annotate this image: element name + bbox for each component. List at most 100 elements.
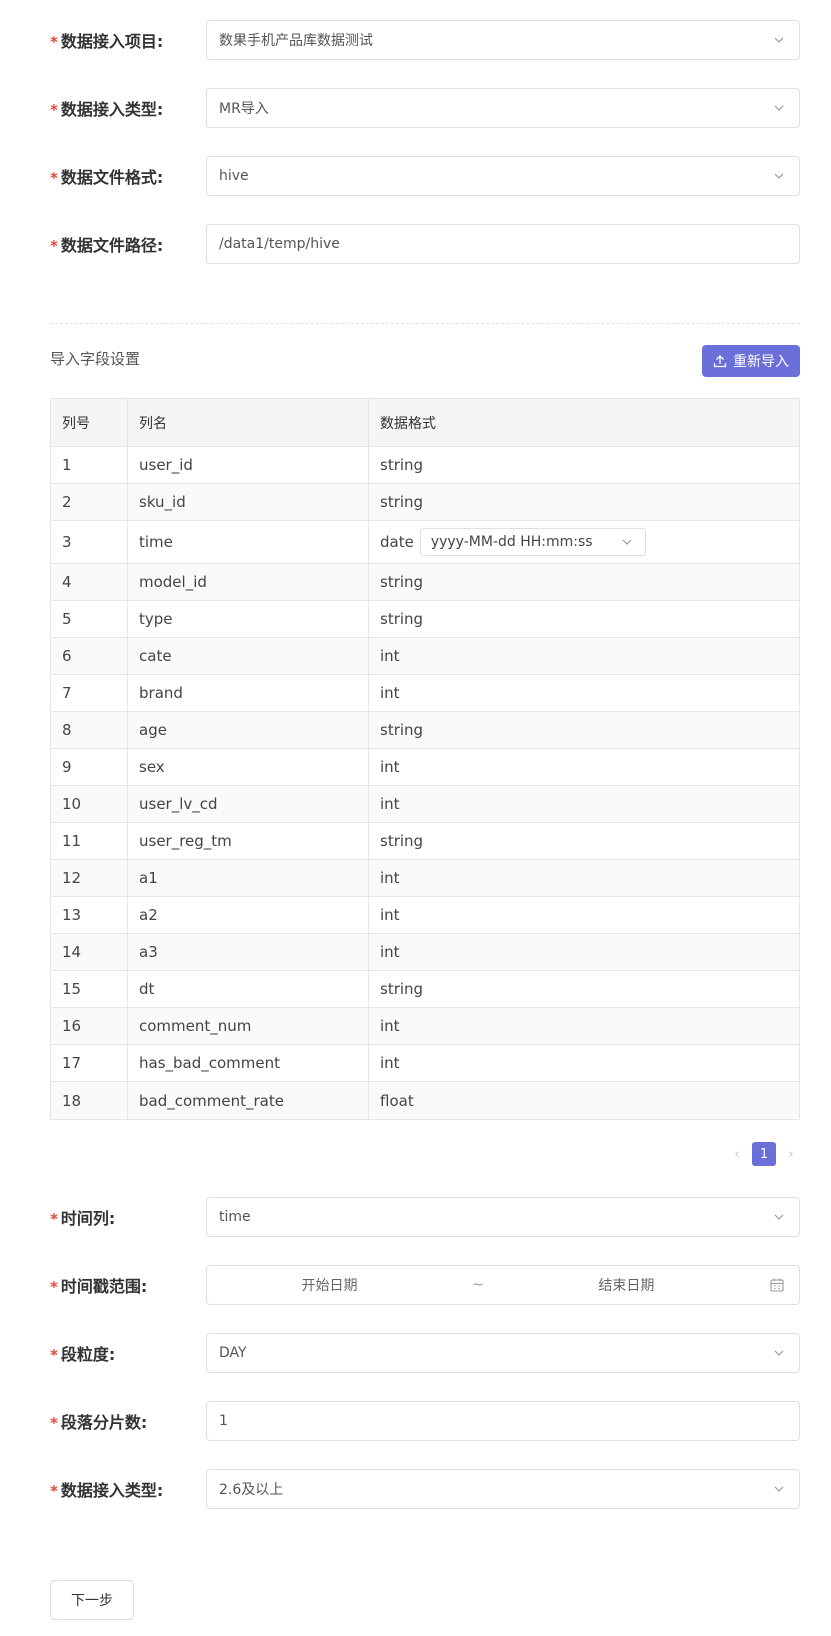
ingest-type-label: * 数据接入类型:: [50, 96, 206, 120]
table-row: 3 time date yyyy-MM-dd HH:mm:ss: [51, 521, 799, 564]
table-row: 5 type string: [51, 601, 799, 638]
import-fields-table: 列号 列名 数据格式 1 user_id string 2 sku_id string 3 t…: [50, 398, 800, 1120]
page-number-current[interactable]: 1: [752, 1142, 776, 1166]
chevron-down-icon: [771, 1209, 787, 1225]
cell-col-no: 14: [51, 934, 128, 970]
label-text: 数据接入项目:: [60, 32, 164, 51]
cell-col-no: 4: [51, 564, 128, 600]
cell-data-format: string: [380, 456, 424, 474]
ingest-type-select[interactable]: MR导入: [206, 88, 800, 128]
chevron-down-icon: [619, 534, 635, 550]
form-row-ingest-type-2: * 数据接入类型: 2.6及以上: [50, 1469, 800, 1509]
time-column-label: * 时间列:: [50, 1205, 206, 1229]
granularity-select[interactable]: DAY: [206, 1333, 800, 1373]
reimport-label: 重新导入: [733, 354, 789, 370]
table-row: 11 user_reg_tm string: [51, 823, 799, 860]
time-column-select-value: time: [219, 1209, 251, 1225]
required-mark: *: [50, 237, 58, 255]
required-mark: *: [50, 169, 58, 187]
section-divider: [50, 323, 800, 324]
project-select-value: 数果手机产品库数据测试: [219, 33, 373, 49]
label-text: 段落分片数:: [60, 1413, 148, 1432]
table-row: 14 a3 int: [51, 934, 799, 971]
required-mark: *: [50, 1414, 58, 1432]
cell-data-format: string: [380, 721, 424, 739]
required-mark: *: [50, 1346, 58, 1364]
cell-col-name: a1: [128, 860, 369, 896]
shards-label: * 段落分片数:: [50, 1409, 206, 1433]
end-date-input[interactable]: 结束日期: [504, 1275, 749, 1295]
required-mark: *: [50, 1482, 58, 1500]
date-pattern-select[interactable]: yyyy-MM-dd HH:mm:ss: [419, 528, 646, 556]
time-range-picker[interactable]: 开始日期 ~ 结束日期: [206, 1265, 800, 1305]
ingest-type-2-label: * 数据接入类型:: [50, 1477, 206, 1501]
reimport-button[interactable]: 重新导入: [702, 345, 800, 377]
chevron-right-icon[interactable]: ›: [784, 1143, 798, 1165]
date-pattern-value: yyyy-MM-dd HH:mm:ss: [430, 534, 593, 550]
shards-input[interactable]: 1: [206, 1401, 800, 1441]
granularity-select-value: DAY: [219, 1345, 247, 1361]
table-row: 16 comment_num int: [51, 1008, 799, 1045]
cell-col-name: brand: [128, 675, 369, 711]
cell-col-name: user_id: [128, 447, 369, 483]
chevron-down-icon: [771, 1481, 787, 1497]
cell-data-format: string: [380, 573, 424, 591]
cell-col-no: 18: [51, 1082, 128, 1119]
cell-col-name: type: [128, 601, 369, 637]
cell-col-no: 13: [51, 897, 128, 933]
cell-col-no: 8: [51, 712, 128, 748]
calendar-icon: [770, 1278, 784, 1292]
shards-input-value: 1: [219, 1413, 228, 1429]
start-date-input[interactable]: 开始日期: [207, 1275, 452, 1295]
form-row-ingest-type: * 数据接入类型: MR导入: [50, 88, 800, 128]
cell-col-no: 16: [51, 1008, 128, 1044]
chevron-left-icon[interactable]: ‹: [730, 1143, 744, 1165]
form-row-file-path: * 数据文件路径: /data1/temp/hive: [50, 224, 800, 264]
label-text: 时间列:: [60, 1209, 116, 1228]
cell-col-name: has_bad_comment: [128, 1045, 369, 1081]
ingest-type-2-select-value: 2.6及以上: [219, 1482, 284, 1498]
cell-data-format: string: [380, 493, 424, 511]
cell-col-name: time: [128, 521, 369, 563]
cell-data-format: int: [380, 1054, 400, 1072]
cell-data-format: int: [380, 906, 400, 924]
label-text: 数据接入类型:: [60, 1481, 164, 1500]
cell-col-name: model_id: [128, 564, 369, 600]
date-format-label: date: [380, 533, 414, 551]
cell-data-format: int: [380, 943, 400, 961]
cell-col-name: bad_comment_rate: [128, 1082, 369, 1119]
table-row: 15 dt string: [51, 971, 799, 1008]
cell-col-no: 10: [51, 786, 128, 822]
file-path-input[interactable]: /data1/temp/hive: [206, 224, 800, 264]
upload-icon: [713, 355, 727, 368]
form-row-project: * 数据接入项目: 数果手机产品库数据测试: [50, 20, 800, 60]
table-row: 18 bad_comment_rate float: [51, 1082, 799, 1119]
cell-col-name: cate: [128, 638, 369, 674]
cell-col-name: sex: [128, 749, 369, 785]
cell-col-name: sku_id: [128, 484, 369, 520]
header-col-name: 列名: [128, 399, 369, 446]
time-column-select[interactable]: time: [206, 1197, 800, 1237]
cell-col-no: 9: [51, 749, 128, 785]
table-header: 列号 列名 数据格式: [51, 399, 799, 447]
cell-col-no: 7: [51, 675, 128, 711]
cell-col-no: 1: [51, 447, 128, 483]
cell-data-format: string: [380, 610, 424, 628]
next-step-button[interactable]: 下一步: [50, 1580, 134, 1620]
cell-col-no: 3: [51, 521, 128, 563]
table-row: 9 sex int: [51, 749, 799, 786]
cell-data-format: int: [380, 758, 400, 776]
table-row: 17 has_bad_comment int: [51, 1045, 799, 1082]
range-separator: ~: [472, 1277, 484, 1293]
cell-col-no: 6: [51, 638, 128, 674]
project-select[interactable]: 数果手机产品库数据测试: [206, 20, 800, 60]
table-row: 7 brand int: [51, 675, 799, 712]
form-row-time-range: * 时间戳范围: 开始日期 ~ 结束日期: [50, 1265, 800, 1305]
project-label: * 数据接入项目:: [50, 28, 206, 52]
chevron-down-icon: [771, 1345, 787, 1361]
ingest-type-2-select[interactable]: 2.6及以上: [206, 1469, 800, 1509]
label-text: 时间戳范围:: [60, 1277, 148, 1296]
file-format-select[interactable]: hive: [206, 156, 800, 196]
cell-data-format: float: [380, 1091, 414, 1110]
cell-data-format: date yyyy-MM-dd HH:mm:ss: [369, 521, 799, 563]
